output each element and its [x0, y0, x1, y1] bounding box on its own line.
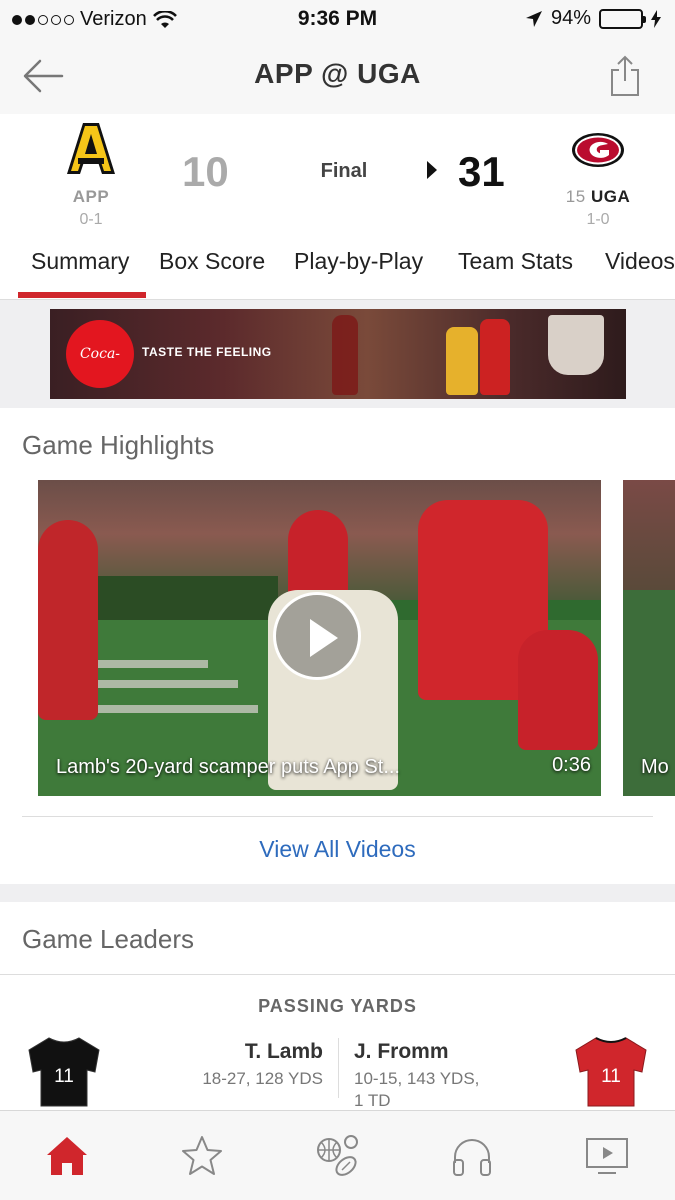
game-status: Final: [320, 160, 368, 182]
ad-cup-graphic: [548, 315, 604, 375]
away-score: 10: [182, 148, 229, 195]
home-jersey-icon[interactable]: 11: [574, 1036, 648, 1108]
home-team-name: UGA: [590, 187, 631, 206]
away-leader-stats: 18-27, 128 YDS: [202, 1069, 323, 1088]
favorites-star-icon[interactable]: [179, 1133, 225, 1179]
tab-play-by-play[interactable]: Play-by-Play: [294, 248, 423, 275]
leaders-title: Game Leaders: [22, 924, 194, 954]
podcasts-headphones-icon[interactable]: [449, 1133, 495, 1179]
home-team-record: 1-0: [586, 211, 610, 228]
home-team[interactable]: 15 UGA 1-0: [548, 120, 648, 229]
watch-video-icon[interactable]: [584, 1133, 630, 1179]
away-team-record: 0-1: [79, 211, 103, 228]
play-video-button[interactable]: [273, 592, 361, 680]
page-title: APP @ UGA: [254, 58, 421, 89]
ad-ketchup-graphic: [480, 319, 510, 395]
divider: [22, 816, 653, 817]
highlight-video-card-next[interactable]: Mo: [623, 480, 675, 796]
field-marking: [98, 680, 238, 688]
coca-cola-ad-banner[interactable]: Coca-Cola TASTE THE FEELING: [50, 309, 626, 399]
home-icon[interactable]: [44, 1133, 90, 1179]
coca-cola-logo: Coca-Cola: [66, 320, 134, 388]
tab-box-score[interactable]: Box Score: [159, 248, 265, 275]
tab-summary[interactable]: Summary: [31, 248, 129, 275]
ad-mustard-graphic: [446, 327, 478, 395]
scoreboard: APP 0-1 10 Final 31 15 UGA 1-0: [0, 114, 675, 232]
ad-tagline: TASTE THE FEELING: [142, 345, 272, 359]
game-highlights-section: Game Highlights Lamb's 20-yard scamper p…: [0, 408, 675, 884]
player-figure: [38, 520, 98, 720]
home-team-rank: 15: [565, 187, 586, 206]
home-leader-name: J. Fromm: [354, 1040, 449, 1063]
section-tabs: Summary Box Score Play-by-Play Team Stat…: [0, 232, 675, 300]
status-bar: Verizon 9:36 PM 94%: [0, 0, 675, 38]
winner-indicator-icon: [427, 161, 437, 179]
tab-team-stats[interactable]: Team Stats: [458, 248, 573, 275]
away-leader-name: T. Lamb: [244, 1040, 323, 1063]
divider: [0, 974, 675, 975]
ad-bottle-graphic: [332, 315, 358, 395]
away-team-abbr: APP: [72, 187, 110, 206]
bottom-tab-bar: [0, 1110, 675, 1200]
video-thumbnail-crowd: [623, 480, 675, 590]
game-leaders-section: Game Leaders PASSING YARDS 11 T. Lamb 18…: [0, 902, 675, 1114]
leader-category: PASSING YARDS: [258, 996, 417, 1016]
player-figure: [518, 630, 598, 750]
highlights-title: Game Highlights: [22, 430, 215, 460]
away-team[interactable]: APP 0-1: [41, 120, 141, 229]
georgia-logo-icon: [572, 133, 624, 167]
share-icon[interactable]: [609, 54, 641, 98]
battery-icon: [599, 8, 646, 29]
nav-bar: APP @ UGA: [0, 38, 675, 114]
home-leader-stats-2: 1 TD: [354, 1091, 391, 1110]
home-jersey-number: 11: [601, 1066, 621, 1087]
video-duration: 0:36: [552, 754, 591, 776]
view-all-videos-link[interactable]: View All Videos: [0, 836, 675, 863]
highlight-video-card[interactable]: Lamb's 20-yard scamper puts App St... 0:…: [38, 480, 601, 796]
away-jersey-number: 11: [54, 1066, 74, 1087]
location-arrow-icon: [525, 10, 542, 27]
status-right: 94%: [525, 7, 661, 30]
home-score: 31: [458, 148, 505, 195]
leader-divider: [338, 1038, 339, 1098]
charging-bolt-icon: [651, 9, 661, 28]
home-team-abbr: 15 UGA: [548, 187, 648, 207]
away-jersey-icon[interactable]: 11: [27, 1036, 101, 1108]
tab-videos[interactable]: Videos: [605, 248, 675, 275]
video-caption: Lamb's 20-yard scamper puts App St...: [56, 756, 400, 778]
home-leader-stats: 10-15, 143 YDS,: [354, 1069, 480, 1088]
ad-section: Coca-Cola TASTE THE FEELING: [0, 300, 675, 408]
away-leader[interactable]: T. Lamb 18-27, 128 YDS: [202, 1040, 323, 1090]
sports-balls-icon[interactable]: [314, 1133, 360, 1179]
video-caption-next: Mo: [641, 756, 669, 778]
battery-percent: 94%: [550, 7, 591, 29]
active-tab-indicator: [18, 292, 146, 298]
home-leader[interactable]: J. Fromm 10-15, 143 YDS, 1 TD: [354, 1040, 479, 1112]
app-state-logo-icon: [67, 123, 115, 174]
